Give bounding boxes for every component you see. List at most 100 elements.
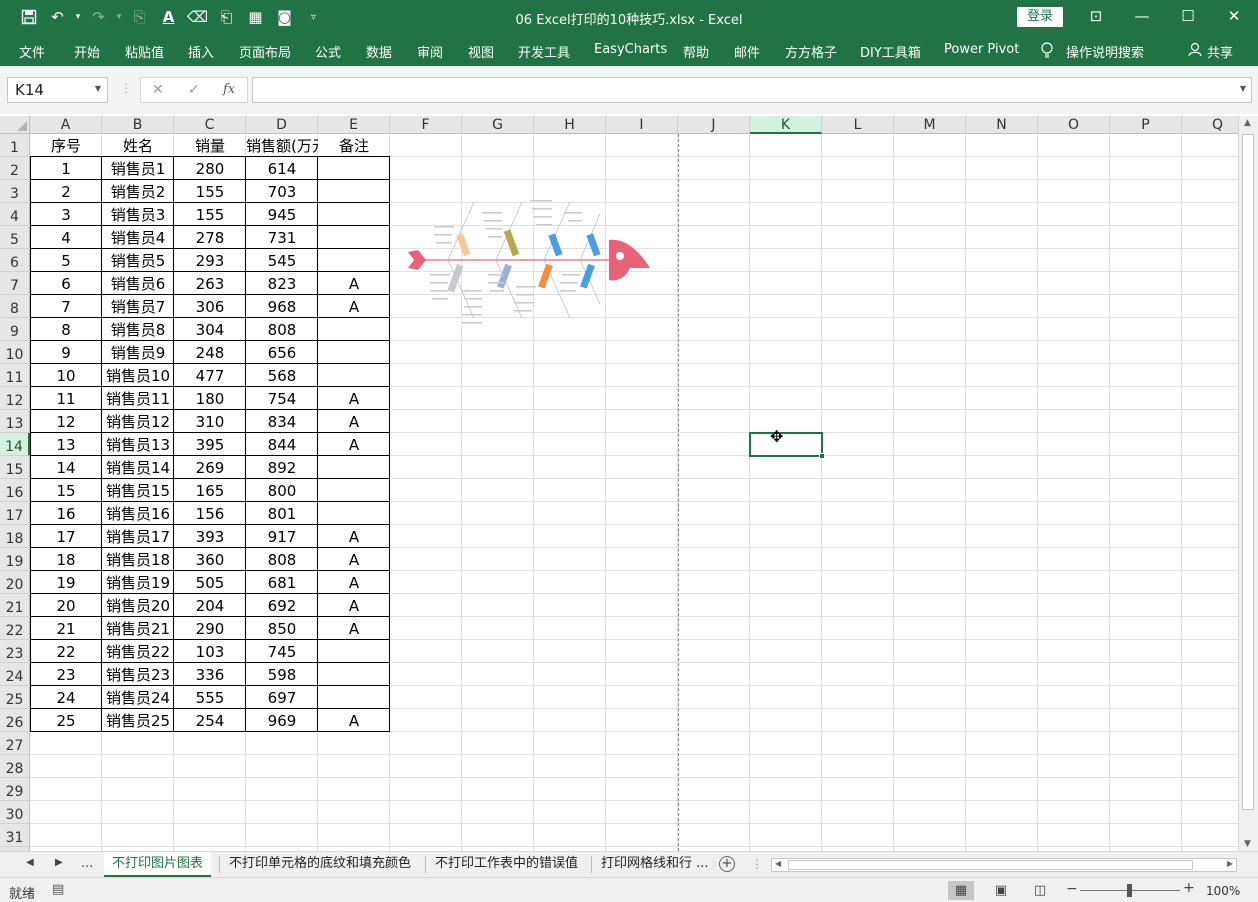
table-cell[interactable]: 290 (174, 619, 246, 640)
table-cell[interactable] (318, 159, 390, 180)
table-cell[interactable]: 销售员14 (102, 458, 174, 479)
table-cell[interactable]: 703 (246, 182, 318, 203)
table-cell[interactable]: 16 (30, 504, 102, 525)
table-cell[interactable]: 2 (30, 182, 102, 203)
row-header[interactable]: 30 (0, 801, 30, 824)
table-cell[interactable]: 23 (30, 665, 102, 686)
page-layout-view-icon[interactable]: ▣ (988, 881, 1014, 900)
vertical-scrollbar[interactable]: ▲ ▼ (1238, 116, 1258, 851)
ribbon-display-options-icon[interactable]: ⊡ (1084, 5, 1108, 27)
table-cell[interactable]: 269 (174, 458, 246, 479)
table-cell[interactable]: 12 (30, 412, 102, 433)
table-cell[interactable]: 598 (246, 665, 318, 686)
table-cell[interactable]: 24 (30, 688, 102, 709)
table-cell[interactable]: 5 (30, 251, 102, 272)
table-cell[interactable]: 销售员17 (102, 527, 174, 548)
expand-formula-icon[interactable]: ▼ (1240, 84, 1246, 93)
table-cell[interactable]: 11 (30, 389, 102, 410)
check-icon[interactable]: ✓ (188, 82, 200, 98)
tab-fangfang[interactable]: 方方格子 (785, 42, 837, 61)
select-all-button[interactable] (0, 116, 30, 134)
table-cell[interactable]: 360 (174, 550, 246, 571)
table-cell[interactable]: 656 (246, 343, 318, 364)
tab-developer[interactable]: 开发工具 (518, 42, 570, 61)
table-cell[interactable]: 293 (174, 251, 246, 272)
fishbone-diagram-image[interactable] (404, 194, 654, 444)
table-cell[interactable]: 204 (174, 596, 246, 617)
table-cell[interactable]: 745 (246, 642, 318, 663)
table-cell[interactable]: 22 (30, 642, 102, 663)
row-header[interactable]: 1 (0, 134, 30, 157)
horizontal-scrollbar[interactable]: ◀ ▶ (771, 858, 1237, 872)
scroll-right-icon[interactable]: ▶ (1227, 859, 1233, 868)
tell-me-search[interactable]: 操作说明搜索 (1066, 42, 1144, 61)
table-cell[interactable]: 844 (246, 435, 318, 456)
table-cell[interactable] (318, 458, 390, 479)
row-header[interactable]: 22 (0, 617, 30, 640)
page-break-preview-icon[interactable]: ◫ (1027, 881, 1053, 900)
insert-function-icon[interactable]: fx (223, 82, 235, 97)
table-cell[interactable]: A (318, 435, 390, 456)
table-cell[interactable] (318, 366, 390, 387)
table-cell[interactable]: A (318, 711, 390, 732)
row-header[interactable]: 28 (0, 755, 30, 778)
row-header[interactable]: 21 (0, 594, 30, 617)
column-header[interactable]: E (318, 116, 390, 134)
add-sheet-icon[interactable]: + (719, 856, 735, 872)
row-header[interactable]: 5 (0, 226, 30, 249)
row-header[interactable]: 10 (0, 341, 30, 364)
table-cell[interactable]: 823 (246, 274, 318, 295)
table-cell[interactable]: 808 (246, 320, 318, 341)
sheet-tab-no-print-errors[interactable]: 不打印工作表中的错误值 (427, 852, 586, 877)
sheet-tab-no-print-images[interactable]: 不打印图片图表 (104, 852, 212, 877)
row-header[interactable]: 18 (0, 525, 30, 548)
table-cell[interactable]: 18 (30, 550, 102, 571)
table-cell[interactable]: 21 (30, 619, 102, 640)
horizontal-scroll-thumb[interactable] (788, 860, 1193, 870)
table-cell[interactable]: 销售员4 (102, 228, 174, 249)
row-header[interactable]: 7 (0, 272, 30, 295)
tab-paste-values[interactable]: 粘贴值 (125, 42, 164, 61)
row-header[interactable]: 27 (0, 732, 30, 755)
formula-input[interactable]: ▼ (252, 77, 1252, 103)
table-cell[interactable]: 销售员16 (102, 504, 174, 525)
sheet-more-button[interactable]: ... (81, 856, 93, 871)
zoom-level[interactable]: 100% (1206, 884, 1240, 898)
row-header[interactable]: 16 (0, 479, 30, 502)
tab-split-handle-icon[interactable]: ⋮ (751, 857, 763, 871)
table-cell[interactable]: 销售员20 (102, 596, 174, 617)
zoom-slider-thumb[interactable] (1127, 884, 1132, 897)
table-cell[interactable]: 销售员21 (102, 619, 174, 640)
row-header[interactable]: 9 (0, 318, 30, 341)
column-header[interactable]: K (750, 116, 822, 134)
table-cell[interactable] (318, 228, 390, 249)
table-cell[interactable]: A (318, 389, 390, 410)
row-header[interactable]: 11 (0, 364, 30, 387)
table-cell[interactable] (318, 688, 390, 709)
tab-diy-toolbox[interactable]: DIY工具箱 (860, 42, 921, 61)
table-cell[interactable]: A (318, 550, 390, 571)
table-cell[interactable]: 103 (174, 642, 246, 663)
sheet-tab-print-gridlines[interactable]: 打印网格线和行 ... (593, 852, 717, 877)
table-cell[interactable]: 945 (246, 205, 318, 226)
column-header[interactable]: H (534, 116, 606, 134)
row-header[interactable]: 20 (0, 571, 30, 594)
table-header-cell[interactable]: 备注 (318, 136, 390, 157)
row-header[interactable]: 29 (0, 778, 30, 801)
table-cell[interactable]: 165 (174, 481, 246, 502)
row-header[interactable]: 8 (0, 295, 30, 318)
minimize-icon[interactable]: — (1130, 5, 1154, 27)
column-header[interactable]: O (1038, 116, 1110, 134)
tab-home[interactable]: 开始 (74, 42, 100, 61)
table-cell[interactable]: 304 (174, 320, 246, 341)
table-cell[interactable]: 13 (30, 435, 102, 456)
table-cell[interactable]: 销售员15 (102, 481, 174, 502)
table-cell[interactable]: 销售员25 (102, 711, 174, 732)
table-cell[interactable]: 销售员24 (102, 688, 174, 709)
scroll-left-icon[interactable]: ◀ (775, 859, 781, 868)
table-cell[interactable]: 306 (174, 297, 246, 318)
table-cell[interactable] (318, 665, 390, 686)
table-cell[interactable]: 505 (174, 573, 246, 594)
table-cell[interactable] (318, 642, 390, 663)
table-cell[interactable]: 568 (246, 366, 318, 387)
